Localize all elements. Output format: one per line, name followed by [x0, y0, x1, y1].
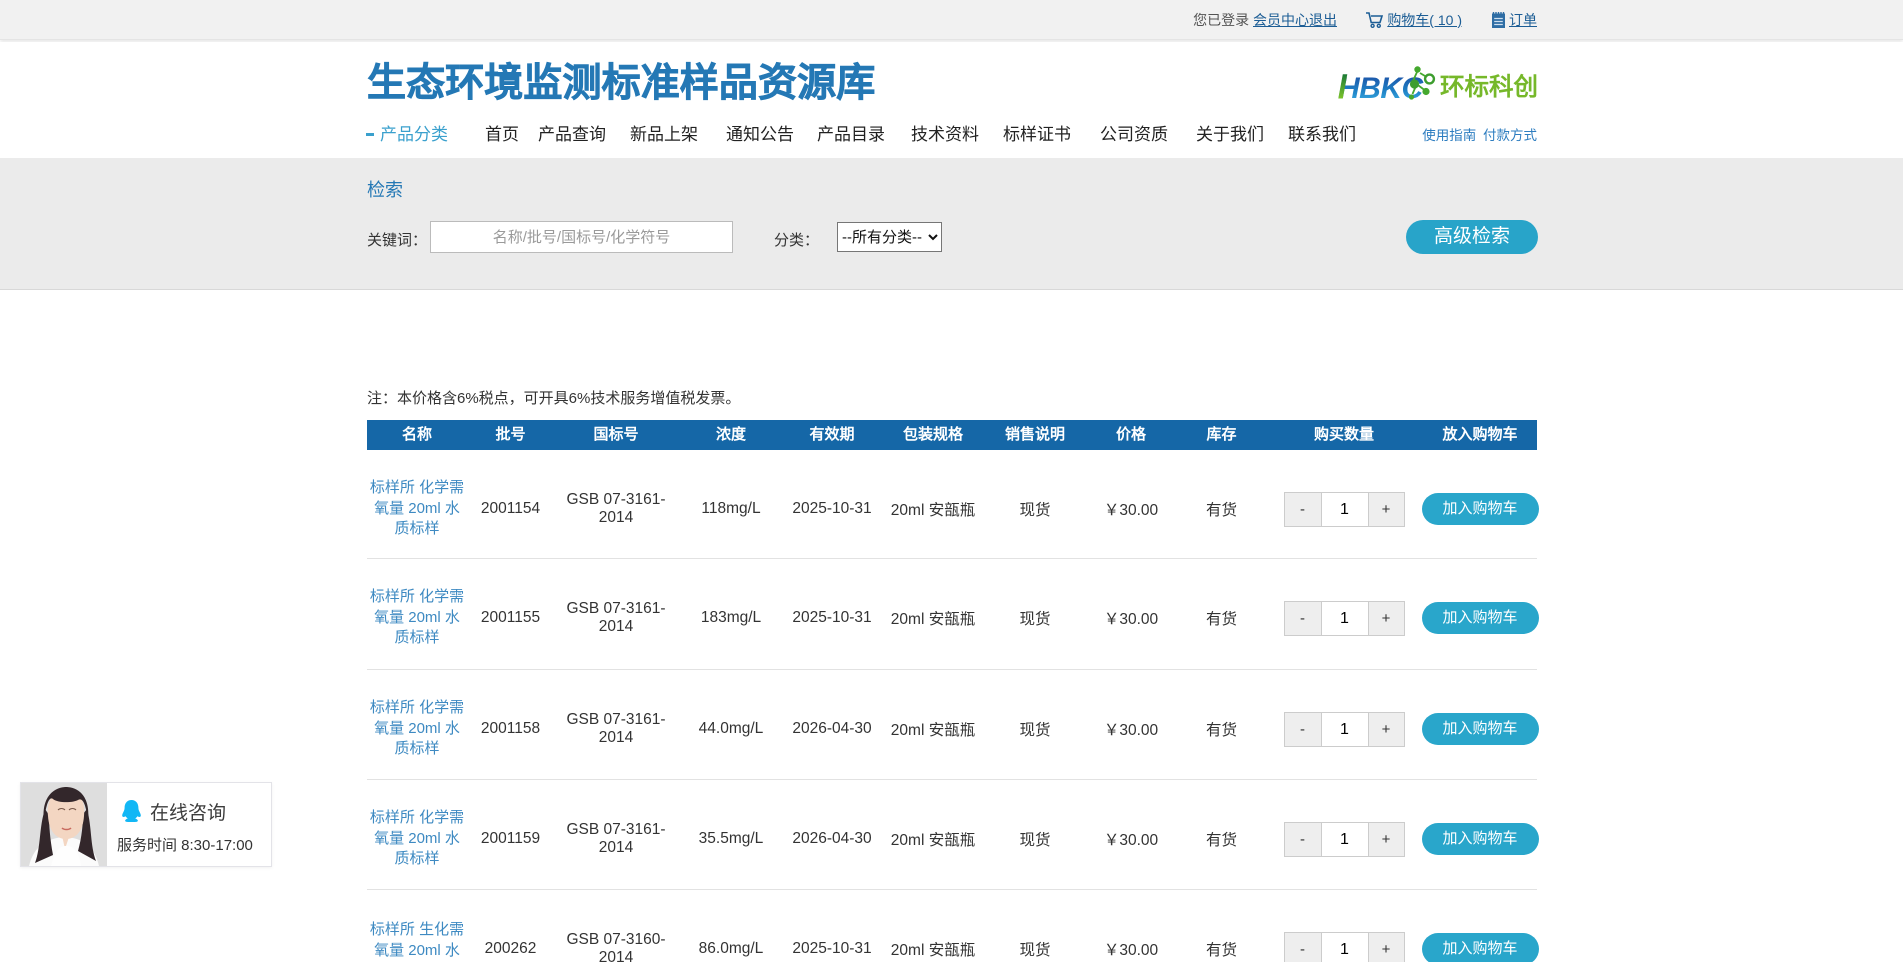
- svg-text:环标科创: 环标科创: [1440, 73, 1537, 101]
- svg-text:HBKC: HBKC: [1338, 72, 1424, 105]
